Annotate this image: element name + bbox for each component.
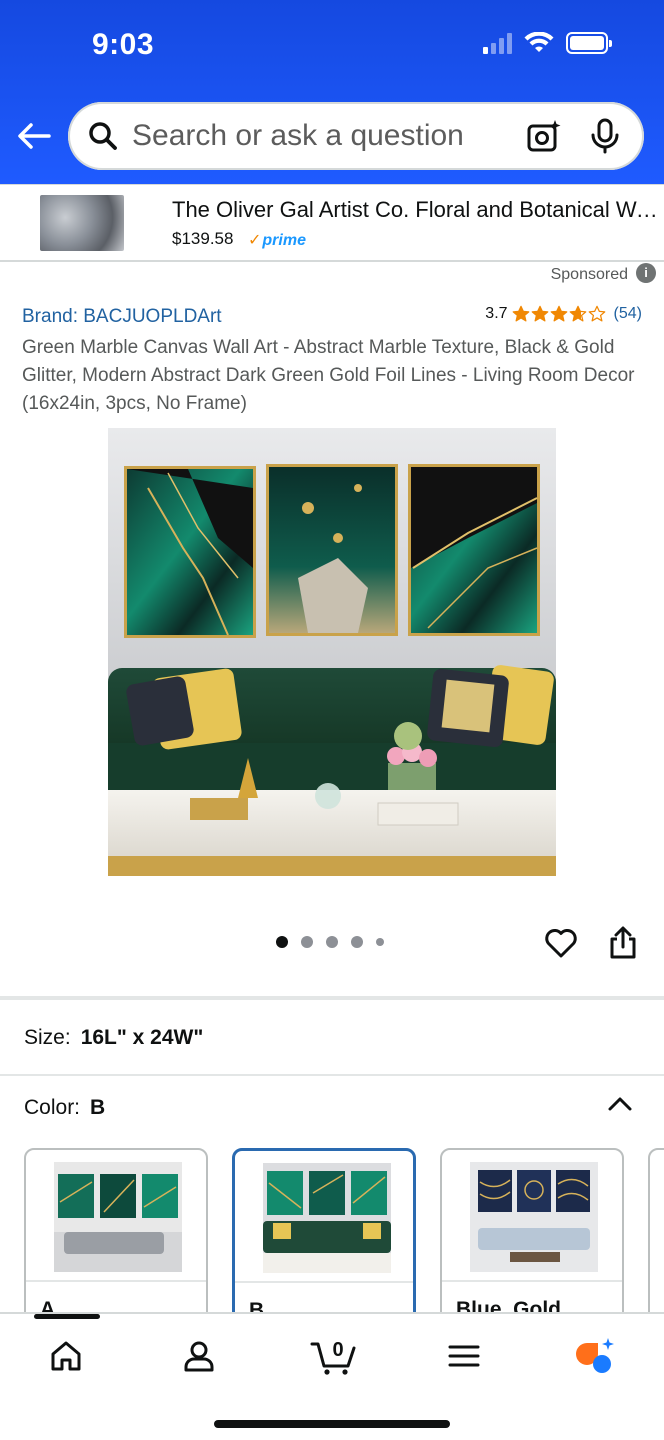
wifi-icon	[524, 32, 554, 52]
image-carousel-dots[interactable]	[276, 936, 384, 948]
nav-account[interactable]	[177, 1334, 221, 1378]
battery-icon	[566, 32, 612, 54]
prime-check-icon: ✓	[248, 232, 262, 249]
color-option-thumbnail	[54, 1162, 182, 1272]
carousel-dot[interactable]	[376, 938, 384, 946]
star-rating	[512, 305, 606, 323]
search-icon	[89, 122, 117, 150]
section-divider	[0, 996, 664, 1000]
share-icon[interactable]	[608, 926, 638, 960]
search-bar[interactable]	[68, 102, 644, 170]
color-value: B	[90, 1096, 106, 1119]
section-divider	[0, 1074, 664, 1076]
rating-summary[interactable]: 3.7 (54)	[485, 305, 642, 323]
product-image[interactable]	[108, 428, 556, 876]
carousel-dot[interactable]	[301, 936, 313, 948]
cellular-signal-icon	[483, 32, 512, 54]
home-indicator	[214, 1420, 450, 1428]
color-option-b[interactable]: B	[232, 1148, 416, 1314]
active-tab-indicator	[34, 1314, 100, 1319]
carousel-dot[interactable]	[326, 936, 338, 948]
rufus-assistant-icon	[576, 1338, 614, 1373]
color-selector[interactable]: Color: B	[24, 1096, 105, 1120]
heart-icon[interactable]	[544, 926, 578, 960]
star-icon	[531, 305, 548, 322]
account-icon	[184, 1341, 214, 1372]
info-icon[interactable]: i	[636, 263, 656, 283]
cart-icon: 0	[310, 1339, 356, 1375]
bottom-navigation: 0	[0, 1312, 664, 1440]
size-value: 16L" x 24W"	[80, 1026, 204, 1049]
color-option-a[interactable]: A	[24, 1148, 208, 1314]
nav-menu[interactable]	[442, 1334, 486, 1378]
home-icon	[51, 1341, 81, 1371]
menu-icon	[448, 1345, 480, 1367]
product-photo-illustration	[108, 428, 556, 876]
sponsored-product-image[interactable]	[40, 195, 124, 251]
sponsored-label: Sponsored	[550, 266, 628, 283]
carousel-dot[interactable]	[276, 936, 288, 948]
product-title: Green Marble Canvas Wall Art - Abstract …	[22, 337, 635, 414]
back-button[interactable]	[14, 116, 54, 156]
sponsored-product-price: $139.58	[172, 229, 234, 248]
star-icon	[588, 305, 605, 322]
color-option-thumbnail	[263, 1163, 391, 1273]
brand-link[interactable]: Brand: BACJUOPLDArt	[22, 306, 222, 328]
color-options: A B Blue, Gold	[24, 1148, 664, 1314]
status-icons	[483, 32, 612, 54]
nav-home[interactable]	[44, 1334, 88, 1378]
status-time: 9:03	[92, 28, 155, 61]
nav-rufus[interactable]	[572, 1334, 616, 1378]
app-header: 9:03	[0, 0, 664, 184]
nav-cart[interactable]: 0	[308, 1334, 360, 1378]
size-label: Size:	[24, 1026, 71, 1049]
star-icon	[569, 305, 586, 322]
rating-count[interactable]: (54)	[614, 305, 642, 323]
color-option-next[interactable]	[648, 1148, 664, 1314]
sponsored-product-title[interactable]: The Oliver Gal Artist Co. Floral and Bot…	[172, 197, 658, 223]
color-option-blue-gold[interactable]: Blue, Gold	[440, 1148, 624, 1314]
color-option-thumbnail	[470, 1162, 598, 1272]
chevron-up-icon[interactable]	[606, 1090, 634, 1118]
cart-count: 0	[332, 1339, 343, 1361]
back-arrow-icon	[18, 123, 51, 149]
star-icon	[512, 305, 529, 322]
star-icon	[550, 305, 567, 322]
size-selector[interactable]: Size: 16L" x 24W"	[24, 1026, 203, 1050]
microphone-icon[interactable]	[590, 118, 620, 154]
sponsored-product-banner[interactable]: The Oliver Gal Artist Co. Floral and Bot…	[0, 184, 664, 262]
prime-badge: ✓prime	[248, 232, 306, 249]
camera-icon[interactable]	[526, 118, 562, 154]
carousel-dot[interactable]	[351, 936, 363, 948]
color-label: Color:	[24, 1096, 81, 1119]
rating-value: 3.7	[485, 305, 508, 322]
search-input[interactable]	[132, 119, 518, 153]
